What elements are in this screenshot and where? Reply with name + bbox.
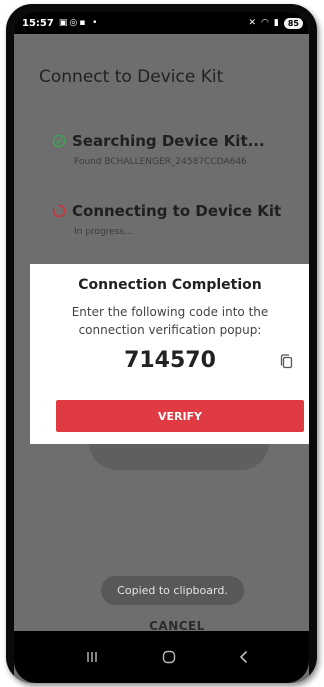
dialog-title: Connection Completion: [78, 277, 262, 293]
step-subtitle: In progress...: [74, 227, 133, 237]
step-title: Connecting to Device Kit: [72, 202, 282, 220]
code-row: 714570: [30, 345, 309, 381]
step-subtitle: Found BCHALLENGER_24587CCDA646: [74, 157, 247, 167]
step-title: Searching Device Kit...: [72, 132, 265, 150]
step-connecting: Connecting to Device Kit In progress...: [52, 202, 281, 237]
connection-dialog: Connection Completion Enter the followin…: [30, 264, 309, 444]
spinner-icon: [52, 204, 66, 218]
signal-icon: ▮: [273, 18, 279, 28]
status-bar: 15:57 ▣◎▪ • ✕ ◠ ▮ 85: [14, 12, 309, 34]
nav-bar: [14, 631, 309, 683]
verify-button[interactable]: VERIFY: [56, 400, 304, 432]
phone-frame: 15:57 ▣◎▪ • ✕ ◠ ▮ 85 Connect to Device K…: [6, 4, 317, 683]
dialog-message: Enter the following code into the connec…: [71, 305, 269, 337]
back-icon[interactable]: [232, 645, 256, 669]
notification-icons: ▣◎▪ •: [58, 18, 100, 28]
verification-code: 714570: [124, 348, 216, 373]
battery-icon: 85: [283, 17, 303, 29]
mute-icon: ✕: [248, 18, 257, 28]
wifi-icon: ◠: [261, 18, 269, 28]
background-illustration: [89, 442, 269, 470]
page-title: Connect to Device Kit: [39, 67, 224, 87]
app-screen: 15:57 ▣◎▪ • ✕ ◠ ▮ 85 Connect to Device K…: [14, 12, 309, 683]
status-time: 15:57: [22, 17, 54, 29]
check-circle-icon: [52, 134, 66, 148]
recents-icon[interactable]: [80, 645, 104, 669]
home-icon[interactable]: [157, 645, 181, 669]
status-right: ✕ ◠ ▮ 85: [248, 17, 303, 29]
copy-icon[interactable]: [278, 353, 296, 371]
toast-message: Copied to clipboard.: [101, 576, 244, 605]
step-searching: Searching Device Kit... Found BCHALLENGE…: [52, 132, 265, 167]
